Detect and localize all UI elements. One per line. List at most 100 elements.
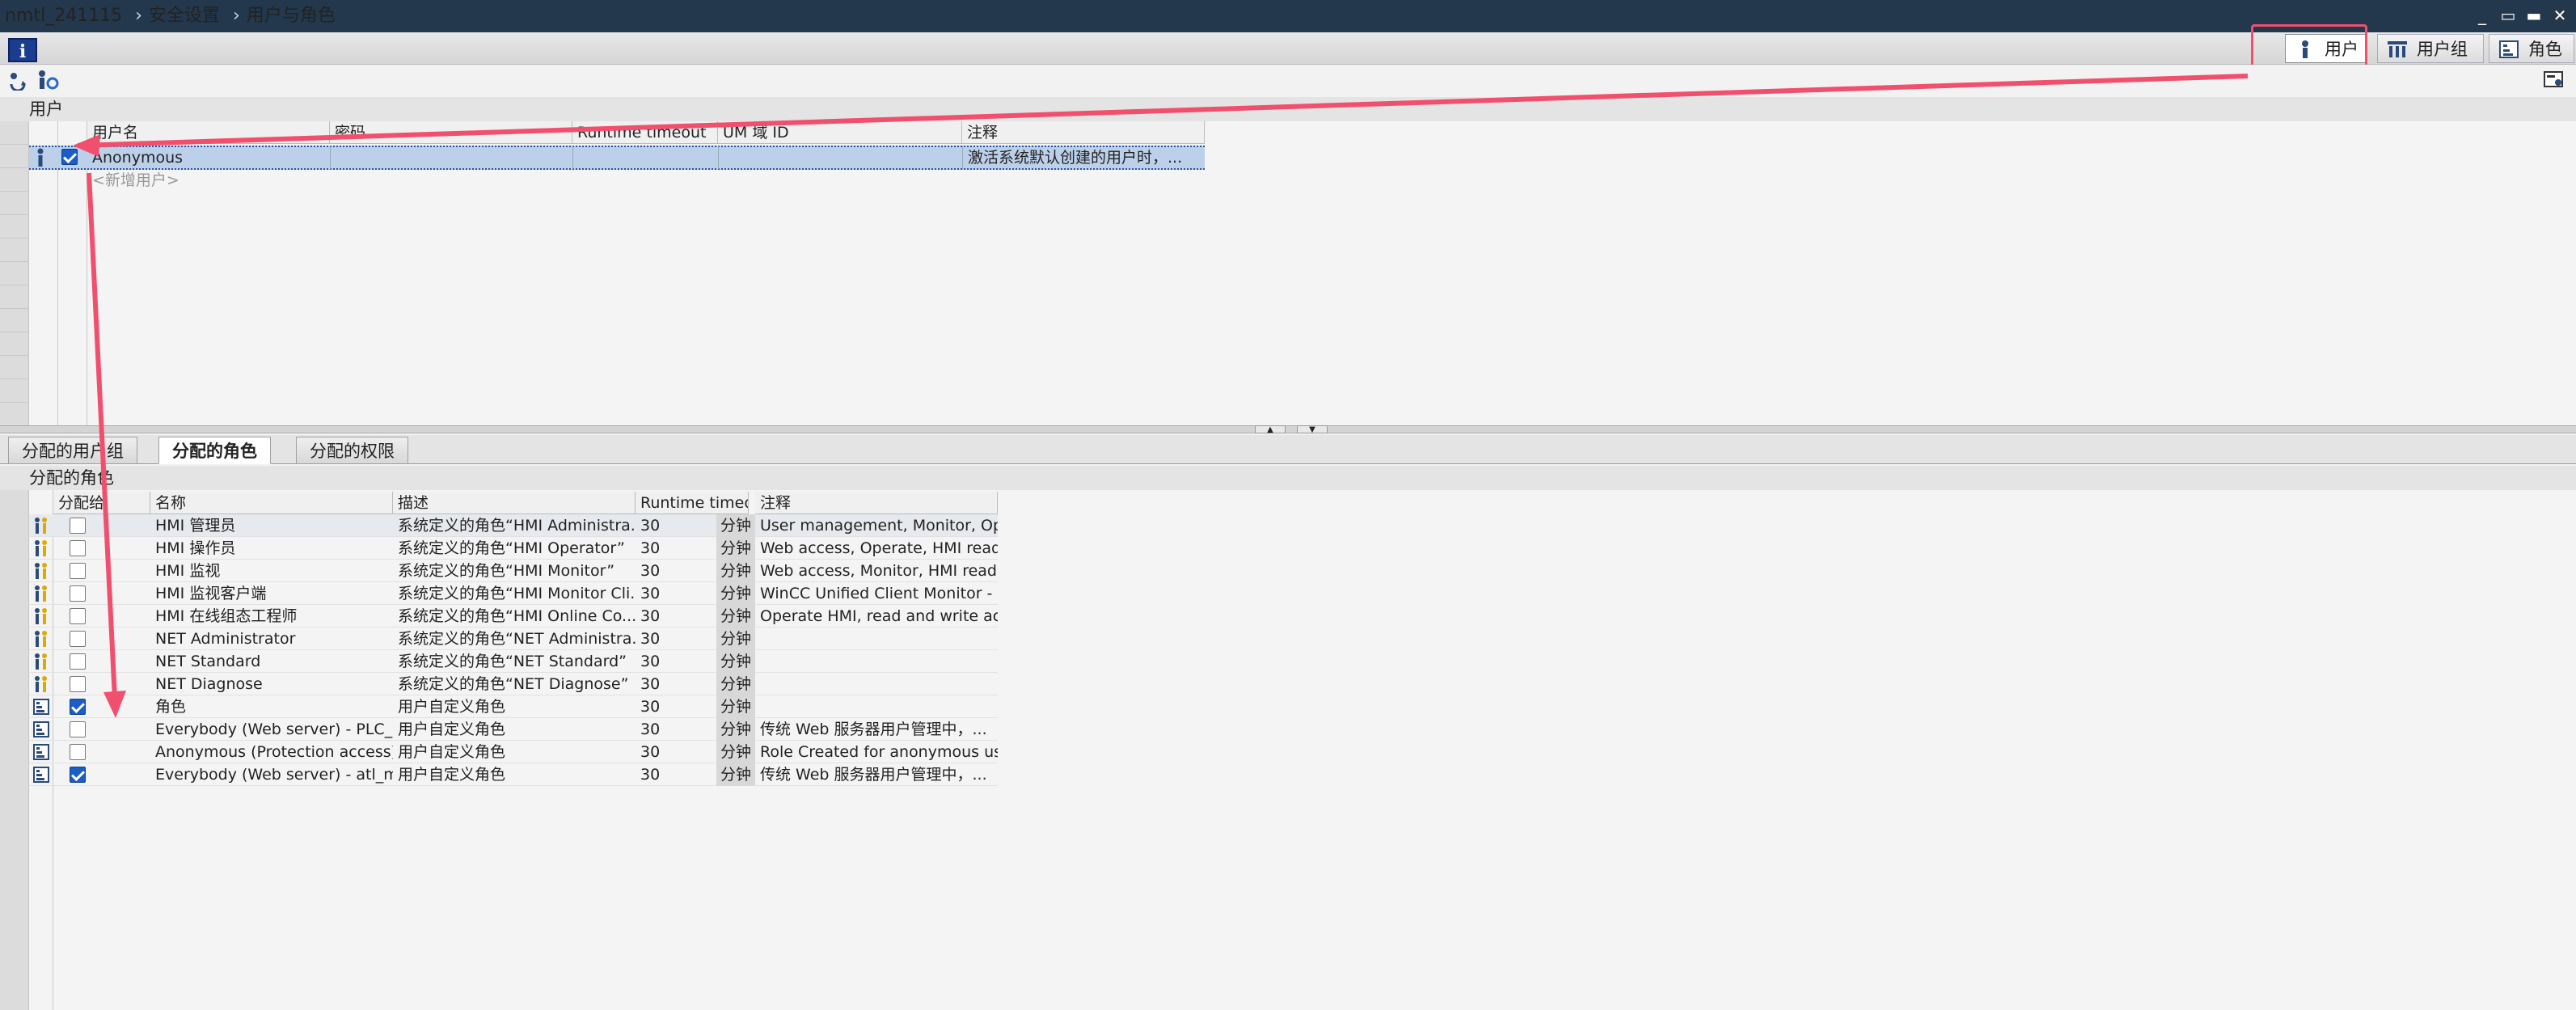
role-timeout-unit[interactable]: 分钟 bbox=[716, 695, 755, 718]
col-name[interactable]: 名称 bbox=[150, 492, 393, 514]
role-name-cell[interactable]: NET Diagnose bbox=[150, 673, 393, 695]
role-name-cell[interactable]: HMI 管理员 bbox=[150, 514, 393, 537]
role-timeout-cell[interactable]: 30 bbox=[636, 628, 716, 650]
col-comment[interactable]: 注释 bbox=[962, 121, 1205, 144]
role-description-cell[interactable]: 用户自定义角色 bbox=[393, 695, 636, 718]
role-timeout-unit[interactable]: 分钟 bbox=[716, 741, 755, 763]
close-icon[interactable]: ✕ bbox=[2549, 3, 2571, 27]
role-assigned-checkbox[interactable] bbox=[70, 767, 86, 783]
breadcrumb-project[interactable]: nmtl_241115 bbox=[5, 6, 122, 26]
user-password-cell[interactable] bbox=[330, 146, 572, 169]
add-user-row[interactable]: <新增用户> bbox=[87, 169, 330, 192]
col-role-timeout[interactable]: Runtime timeout bbox=[636, 492, 749, 514]
tab-assigned-user-groups[interactable]: 分配的用户组 bbox=[8, 437, 137, 464]
minimize-icon[interactable]: _ bbox=[2471, 3, 2494, 27]
role-description-cell[interactable]: 系统定义的角色“HMI Monitor” bbox=[393, 560, 636, 582]
col-role-comment[interactable]: 注释 bbox=[755, 492, 998, 514]
user-um-domain-cell[interactable] bbox=[718, 146, 962, 169]
role-timeout-unit[interactable]: 分钟 bbox=[716, 718, 755, 741]
role-timeout-unit[interactable]: 分钟 bbox=[716, 514, 755, 537]
role-comment-cell[interactable] bbox=[755, 695, 998, 718]
col-runtime-timeout[interactable]: Runtime timeout bbox=[572, 121, 718, 144]
role-description-cell[interactable]: 系统定义的角色“NET Diagnose” bbox=[393, 673, 636, 695]
role-comment-cell[interactable] bbox=[755, 673, 998, 695]
role-comment-cell[interactable]: Role Created for anonymous user ... bbox=[755, 741, 998, 763]
role-assigned-checkbox[interactable] bbox=[70, 563, 86, 579]
role-timeout-cell[interactable]: 30 bbox=[636, 537, 716, 560]
role-comment-cell[interactable]: Operate HMI, read and write acce... bbox=[755, 605, 998, 628]
maximize-icon[interactable]: ▬ bbox=[2523, 3, 2545, 27]
tab-roles[interactable]: 角色 bbox=[2489, 34, 2574, 63]
role-timeout-unit[interactable]: 分钟 bbox=[716, 537, 755, 560]
restore-icon[interactable]: ▭ bbox=[2497, 3, 2519, 27]
role-timeout-unit[interactable]: 分钟 bbox=[716, 763, 755, 786]
user-sync-icon[interactable] bbox=[36, 70, 60, 91]
tab-assigned-permissions[interactable]: 分配的权限 bbox=[296, 437, 408, 464]
user-comment-cell[interactable]: 激活系统默认创建的用户时，... bbox=[962, 146, 1205, 169]
role-timeout-cell[interactable]: 30 bbox=[636, 695, 716, 718]
col-username[interactable]: 用户名 bbox=[87, 121, 330, 144]
role-assigned-checkbox[interactable] bbox=[70, 540, 86, 556]
user-name-cell[interactable]: Anonymous bbox=[87, 146, 330, 169]
role-timeout-cell[interactable]: 30 bbox=[636, 763, 716, 786]
role-timeout-cell[interactable]: 30 bbox=[636, 582, 716, 605]
role-description-cell[interactable]: 系统定义的角色“HMI Operator” bbox=[393, 537, 636, 560]
role-timeout-cell[interactable]: 30 bbox=[636, 514, 716, 537]
role-assigned-checkbox[interactable] bbox=[70, 608, 86, 624]
role-description-cell[interactable]: 系统定义的角色“NET Administra... bbox=[393, 628, 636, 650]
col-assigned[interactable]: 分配给 bbox=[53, 492, 150, 514]
col-um-domain-id[interactable]: UM 域 ID bbox=[718, 121, 962, 144]
role-timeout-cell[interactable]: 30 bbox=[636, 718, 716, 741]
role-timeout-unit[interactable]: 分钟 bbox=[716, 605, 755, 628]
user-enabled-checkbox[interactable] bbox=[61, 149, 78, 165]
role-comment-cell[interactable]: 传统 Web 服务器用户管理中，... bbox=[755, 718, 998, 741]
role-timeout-unit[interactable]: 分钟 bbox=[716, 650, 755, 673]
role-description-cell[interactable]: 用户自定义角色 bbox=[393, 741, 636, 763]
tab-assigned-roles[interactable]: 分配的角色 bbox=[158, 437, 271, 464]
refresh-users-icon[interactable] bbox=[6, 70, 31, 91]
role-comment-cell[interactable]: Web access, Monitor, HMI read ac... bbox=[755, 560, 998, 582]
col-description[interactable]: 描述 bbox=[393, 492, 636, 514]
user-timeout-cell[interactable] bbox=[572, 146, 718, 169]
splitter-down-icon[interactable]: ▼ bbox=[1297, 425, 1328, 434]
role-description-cell[interactable]: 系统定义的角色“HMI Administra... bbox=[393, 514, 636, 537]
role-name-cell[interactable]: HMI 在线组态工程师 bbox=[150, 605, 393, 628]
role-timeout-cell[interactable]: 30 bbox=[636, 605, 716, 628]
info-icon[interactable]: i bbox=[8, 38, 37, 62]
role-description-cell[interactable]: 系统定义的角色“HMI Online Co... bbox=[393, 605, 636, 628]
role-name-cell[interactable]: NET Administrator bbox=[150, 628, 393, 650]
role-name-cell[interactable]: HMI 监视客户端 bbox=[150, 582, 393, 605]
role-name-cell[interactable]: 角色 bbox=[150, 695, 393, 718]
role-assigned-checkbox[interactable] bbox=[70, 676, 86, 692]
role-timeout-cell[interactable]: 30 bbox=[636, 650, 716, 673]
role-description-cell[interactable]: 用户自定义角色 bbox=[393, 718, 636, 741]
role-timeout-unit[interactable]: 分钟 bbox=[716, 673, 755, 695]
role-timeout-cell[interactable]: 30 bbox=[636, 741, 716, 763]
role-name-cell[interactable]: Anonymous (Protection access) - bbox=[150, 741, 393, 763]
role-comment-cell[interactable]: WinCC Unified Client Monitor - li... bbox=[755, 582, 998, 605]
role-timeout-unit[interactable]: 分钟 bbox=[716, 582, 755, 605]
role-name-cell[interactable]: NET Standard bbox=[150, 650, 393, 673]
role-assigned-checkbox[interactable] bbox=[70, 631, 86, 647]
breadcrumb-security[interactable]: 安全设置 bbox=[149, 6, 220, 26]
role-comment-cell[interactable]: 传统 Web 服务器用户管理中，... bbox=[755, 763, 998, 786]
role-assigned-checkbox[interactable] bbox=[70, 744, 86, 760]
role-name-cell[interactable]: HMI 操作员 bbox=[150, 537, 393, 560]
pane-splitter[interactable] bbox=[0, 425, 2576, 433]
role-assigned-checkbox[interactable] bbox=[70, 721, 86, 737]
role-timeout-cell[interactable]: 30 bbox=[636, 560, 716, 582]
role-name-cell[interactable]: HMI 监视 bbox=[150, 560, 393, 582]
role-assigned-checkbox[interactable] bbox=[70, 653, 86, 670]
role-comment-cell[interactable]: Web access, Operate, HMI read a... bbox=[755, 537, 998, 560]
role-assigned-checkbox[interactable] bbox=[70, 518, 86, 534]
splitter-up-icon[interactable]: ▲ bbox=[1255, 425, 1286, 434]
role-description-cell[interactable]: 系统定义的角色“NET Standard” bbox=[393, 650, 636, 673]
col-password[interactable]: 密码 bbox=[330, 121, 572, 144]
role-description-cell[interactable]: 用户自定义角色 bbox=[393, 763, 636, 786]
role-timeout-unit[interactable]: 分钟 bbox=[716, 560, 755, 582]
role-timeout-unit[interactable]: 分钟 bbox=[716, 628, 755, 650]
user-settings-icon[interactable] bbox=[2542, 70, 2566, 91]
role-assigned-checkbox[interactable] bbox=[70, 585, 86, 602]
role-comment-cell[interactable] bbox=[755, 628, 998, 650]
role-name-cell[interactable]: Everybody (Web server) - PLC_1 bbox=[150, 718, 393, 741]
